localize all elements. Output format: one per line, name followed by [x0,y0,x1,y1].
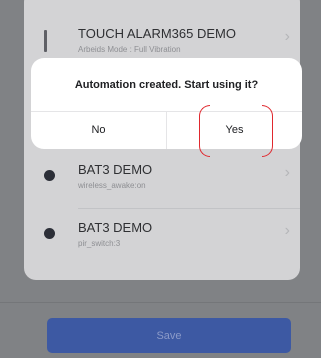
device-status-icon [44,30,47,52]
device-name: TOUCH ALARM365 DEMO [78,26,236,41]
device-name: BAT3 DEMO [78,162,153,177]
divider [0,302,321,303]
chevron-right-icon: › [284,164,290,181]
highlight-bracket-right [262,105,273,157]
device-condition: wireless_awake:on [78,181,146,190]
yes-button[interactable]: Yes [167,111,302,149]
device-status-icon [44,170,55,181]
device-name: BAT3 DEMO [78,220,153,235]
list-item[interactable]: BAT3 DEMO pir_switch:3 › [24,208,300,266]
save-button[interactable]: Save [47,318,291,353]
device-condition: Arbeids Mode : Full Vibration [78,45,181,54]
chevron-right-icon: › [284,28,290,45]
no-button[interactable]: No [31,111,166,149]
device-status-icon [44,228,55,239]
device-condition: pir_switch:3 [78,239,121,248]
chevron-right-icon: › [284,222,290,239]
dialog-message: Automation created. Start using it? [74,79,259,91]
list-item[interactable]: BAT3 DEMO wireless_awake:on › [24,150,300,208]
highlight-bracket-left [199,105,210,157]
